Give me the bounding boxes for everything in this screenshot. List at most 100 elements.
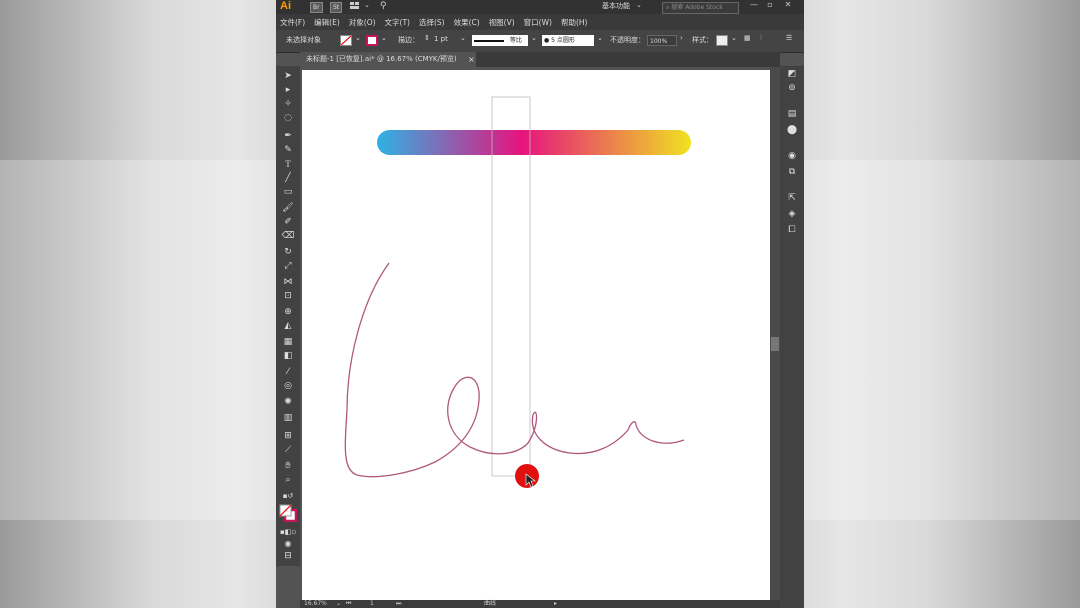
stock-button[interactable]: St bbox=[330, 2, 343, 13]
type-tool-icon[interactable]: T bbox=[280, 158, 296, 170]
eyedropper-icon[interactable]: ⁄ bbox=[280, 366, 296, 378]
symbol-sprayer-icon[interactable]: ✺ bbox=[280, 396, 296, 408]
selection-tool-icon[interactable]: ➤ bbox=[280, 70, 296, 82]
app-title-bar: Ai Br St ⌄ ⚲ 基本功能 ⌄ ⌕ 搜索 Adobe Stock — ▫… bbox=[276, 0, 804, 14]
gradient-bar[interactable] bbox=[377, 130, 691, 155]
fill-chevron-icon[interactable]: ⌄ bbox=[355, 34, 361, 42]
gradient-tool-icon[interactable]: ◧ bbox=[280, 350, 296, 362]
perspective-grid-icon[interactable]: ◭ bbox=[280, 320, 296, 332]
arrange-documents-icon[interactable] bbox=[350, 2, 360, 10]
brushes-icon[interactable]: ⬤ bbox=[785, 124, 799, 136]
stroke-panel-icon[interactable]: ◉ bbox=[785, 150, 799, 162]
scroll-thumb[interactable] bbox=[771, 337, 779, 351]
prev-artboard-icon[interactable]: ⏮ bbox=[346, 600, 351, 608]
fill-stroke-widget[interactable] bbox=[279, 504, 297, 522]
opacity-input[interactable]: 100% bbox=[647, 35, 677, 46]
vertical-scrollbar[interactable] bbox=[770, 67, 780, 601]
bridge-button[interactable]: Br bbox=[310, 2, 323, 13]
layers-icon[interactable]: ◈ bbox=[785, 208, 799, 220]
stroke-weight-stepper-icon[interactable]: ⇕ bbox=[424, 34, 430, 42]
screen-mode-icon[interactable]: ⊟ bbox=[280, 550, 296, 562]
stroke-weight-input[interactable]: 1 pt bbox=[434, 35, 448, 43]
color-mode-icons[interactable]: ▪◧▫ bbox=[280, 526, 296, 538]
line-tool-icon[interactable]: ╱ bbox=[280, 172, 296, 184]
gpu-performance-icon[interactable]: ⚲ bbox=[380, 1, 387, 11]
scale-tool-icon[interactable]: ⤢ bbox=[280, 260, 296, 272]
transparency-icon[interactable]: ⧉ bbox=[785, 166, 799, 178]
mesh-tool-icon[interactable]: ▦ bbox=[280, 336, 296, 348]
next-artboard-icon[interactable]: ⏭ bbox=[396, 600, 401, 608]
close-tab-icon[interactable]: × bbox=[468, 52, 475, 67]
panel-dock: ◩ ⊚ ▤ ⬤ ◉ ⧉ ⇱ ◈ ⧠ bbox=[780, 66, 804, 608]
zoom-tool-icon[interactable]: ⌕ bbox=[280, 474, 296, 486]
fill-swatch[interactable] bbox=[340, 35, 352, 46]
menu-window[interactable]: 窗口(W) bbox=[524, 17, 552, 28]
stock-search-input[interactable]: ⌕ 搜索 Adobe Stock bbox=[662, 2, 739, 14]
paintbrush-tool-icon[interactable]: 🖌︎ bbox=[280, 202, 296, 214]
close-window-button[interactable]: ✕ bbox=[780, 0, 796, 10]
swap-fill-stroke-icon[interactable]: ▪↺ bbox=[280, 490, 296, 502]
maximize-button[interactable]: ▫ bbox=[762, 0, 778, 10]
artboard[interactable] bbox=[302, 70, 770, 601]
color-panel-icon[interactable]: ⊚ bbox=[785, 82, 799, 94]
rotate-tool-icon[interactable]: ↻ bbox=[280, 246, 296, 258]
rectangle-tool-icon[interactable]: ▭ bbox=[280, 186, 296, 198]
zoom-level-input[interactable]: 16.67% bbox=[304, 600, 327, 608]
graphic-style-swatch[interactable] bbox=[716, 35, 728, 46]
minimize-button[interactable]: — bbox=[746, 0, 762, 10]
chevron-down-icon[interactable]: ⌄ bbox=[364, 1, 370, 9]
pen-tool-icon[interactable]: ✒ bbox=[280, 130, 296, 142]
magic-wand-icon[interactable]: ✧ bbox=[280, 98, 296, 110]
workspace-chevron-icon[interactable]: ⌄ bbox=[636, 1, 642, 9]
curvature-tool-icon[interactable]: ✎ bbox=[280, 144, 296, 156]
stroke-swatch[interactable] bbox=[366, 35, 378, 46]
direct-selection-tool-icon[interactable]: ▸ bbox=[280, 84, 296, 96]
brush-dot-icon: ● bbox=[544, 37, 550, 44]
eraser-tool-icon[interactable]: ⌫ bbox=[280, 230, 296, 242]
stroke-label[interactable]: 描边： bbox=[398, 35, 419, 45]
artboard-tool-icon[interactable]: ⊞ bbox=[280, 430, 296, 442]
zoom-chevron-icon[interactable]: ⌄ bbox=[336, 600, 341, 608]
style-chevron-icon[interactable]: ⌄ bbox=[731, 34, 737, 42]
menu-edit[interactable]: 编辑(E) bbox=[314, 17, 340, 28]
brush-chevron-icon[interactable]: ⌄ bbox=[597, 34, 603, 42]
stroke-chevron-icon[interactable]: ⌄ bbox=[381, 34, 387, 42]
menu-view[interactable]: 视图(V) bbox=[489, 17, 515, 28]
menu-select[interactable]: 选择(S) bbox=[419, 17, 445, 28]
opacity-arrow-icon[interactable]: › bbox=[680, 34, 683, 42]
artboards-panel-icon[interactable]: ⧠ bbox=[785, 224, 799, 236]
blend-tool-icon[interactable]: ◎ bbox=[280, 380, 296, 392]
shaper-tool-icon[interactable]: ✐ bbox=[280, 216, 296, 228]
column-graph-icon[interactable]: ▥ bbox=[280, 412, 296, 424]
panel-menu-icon[interactable]: ☰ bbox=[786, 34, 792, 42]
hand-tool-icon[interactable]: ✋︎ bbox=[280, 460, 296, 472]
menu-object[interactable]: 对象(O) bbox=[349, 17, 376, 28]
lasso-icon[interactable]: ◌ bbox=[280, 112, 296, 124]
workspace-switcher[interactable]: 基本功能 bbox=[602, 1, 630, 11]
menu-type[interactable]: 文字(T) bbox=[385, 17, 410, 28]
swatches-icon[interactable]: ▤ bbox=[785, 108, 799, 120]
profile-chevron-icon[interactable]: ⌄ bbox=[531, 34, 537, 42]
free-transform-icon[interactable]: ⊡ bbox=[280, 290, 296, 302]
brush-definition[interactable]: ● 5 点圆形 bbox=[542, 35, 594, 46]
profile-line-icon bbox=[474, 39, 504, 42]
tab-document[interactable]: 未标题-1 [已恢复].ai* @ 16.67% (CMYK/预览) bbox=[300, 52, 476, 67]
status-arrow-icon[interactable]: ▸ bbox=[554, 600, 557, 608]
canvas-area[interactable] bbox=[300, 67, 770, 601]
export-icon[interactable]: ⇱ bbox=[785, 192, 799, 204]
freehand-curve[interactable] bbox=[344, 262, 685, 478]
variable-width-profile[interactable]: 等比 bbox=[472, 35, 528, 46]
menu-effect[interactable]: 效果(C) bbox=[454, 17, 480, 28]
shape-builder-icon[interactable]: ⊕ bbox=[280, 306, 296, 318]
drawing-mode-icon[interactable]: ◉ bbox=[280, 538, 296, 550]
menu-help[interactable]: 帮助(H) bbox=[561, 17, 588, 28]
document-setup-icon[interactable]: ▦ bbox=[744, 34, 751, 42]
color-guide-icon[interactable]: ◩ bbox=[785, 68, 799, 80]
width-tool-icon[interactable]: ⋈ bbox=[280, 276, 296, 288]
artboard-number[interactable]: 1 bbox=[370, 600, 374, 608]
opacity-label[interactable]: 不透明度： bbox=[610, 35, 645, 45]
menu-file[interactable]: 文件(F) bbox=[280, 17, 305, 28]
slice-tool-icon[interactable]: ⟋ bbox=[280, 444, 296, 456]
stroke-weight-chevron-icon[interactable]: ⌄ bbox=[460, 34, 466, 42]
arrange-icon[interactable]: ⫶ bbox=[760, 34, 762, 43]
